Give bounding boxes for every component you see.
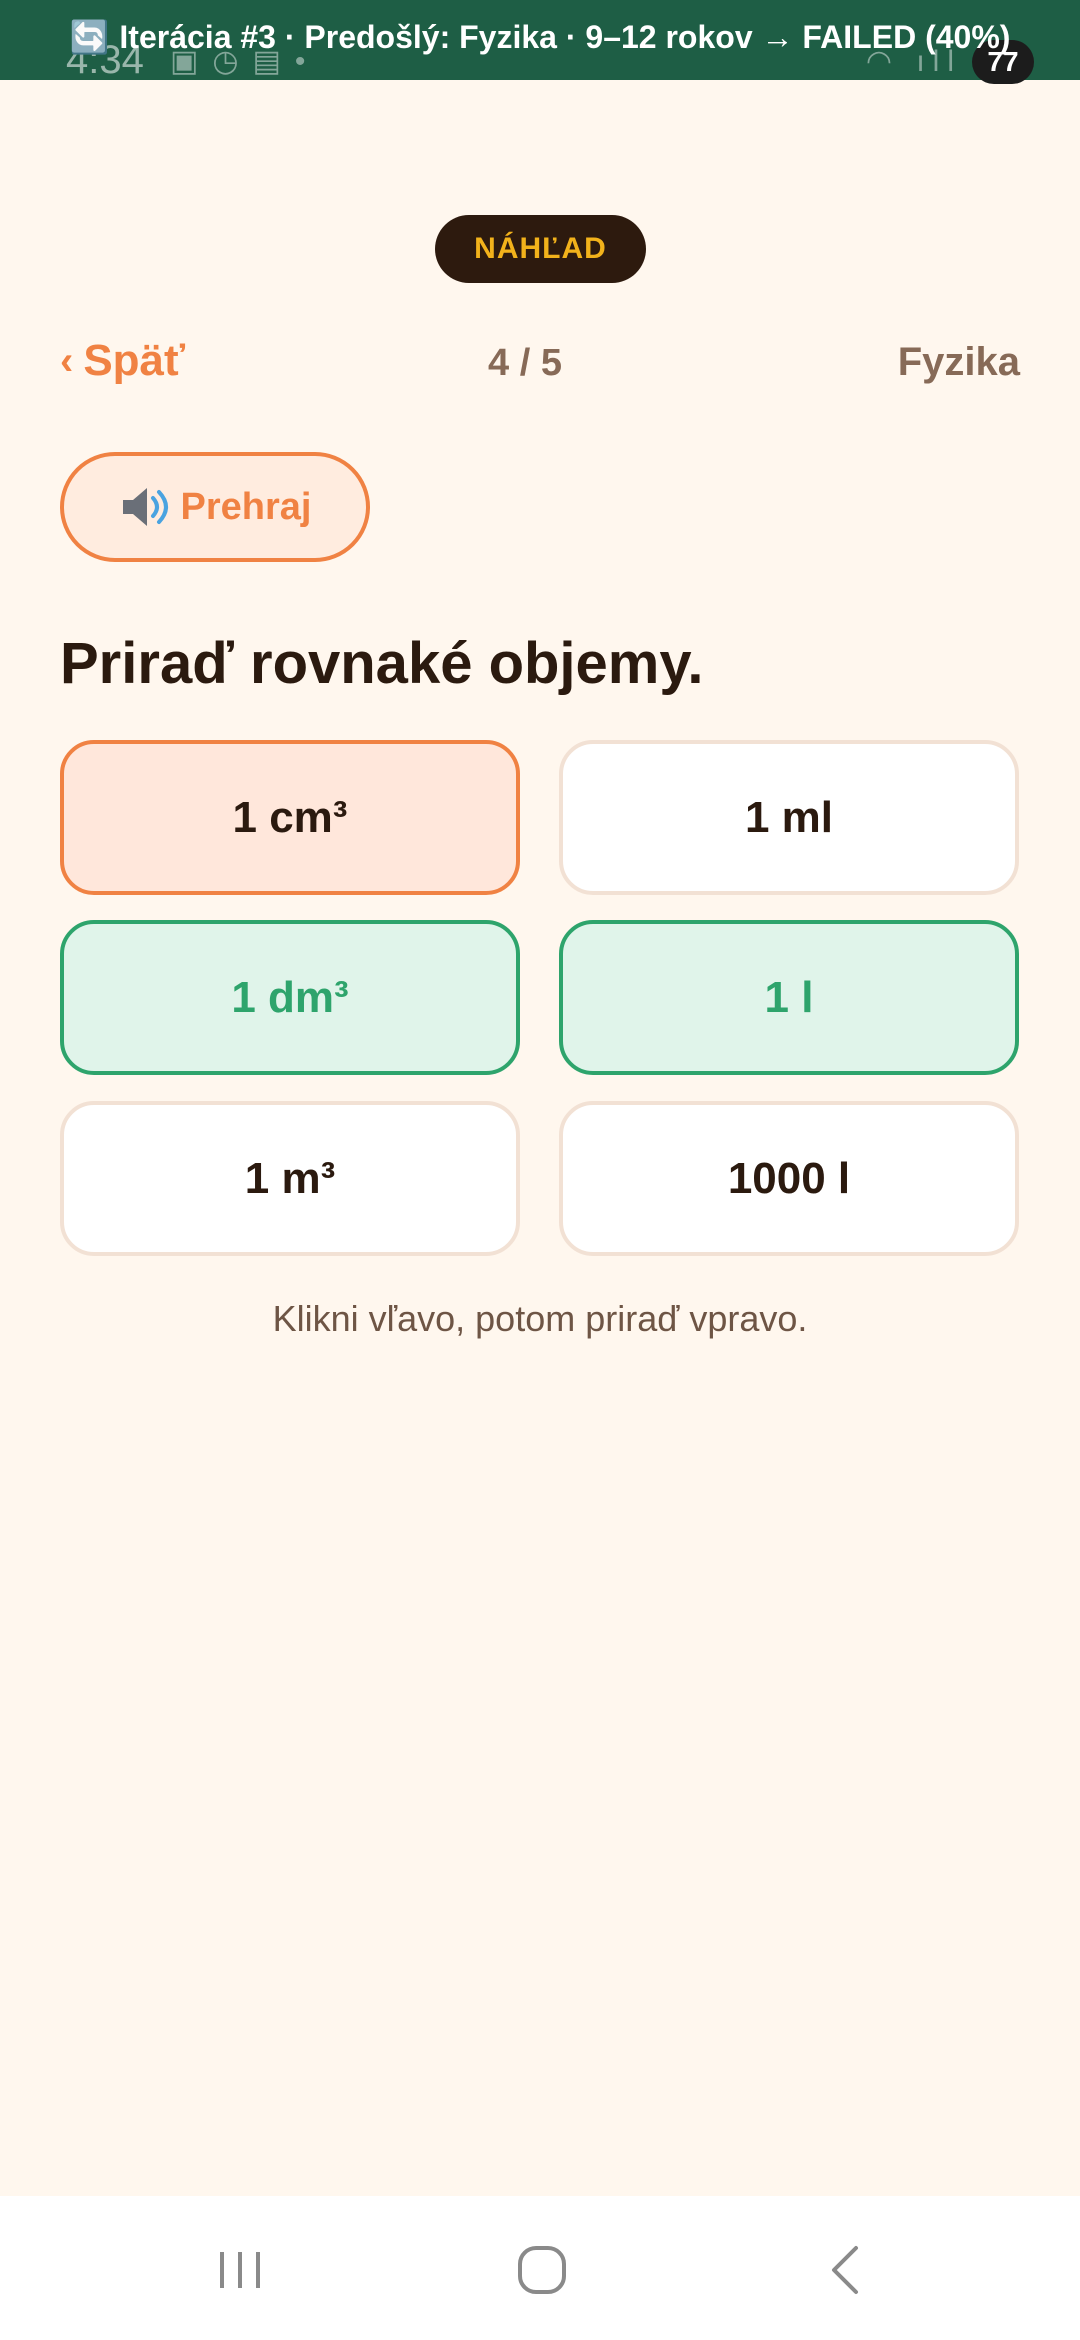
question-text: Priraď rovnaké objemy. <box>60 631 704 696</box>
option-right-1[interactable]: 1 ml <box>559 740 1019 895</box>
refresh-icon: 🔄 <box>69 19 110 55</box>
home-icon[interactable] <box>512 2240 572 2300</box>
recent-apps-icon[interactable] <box>210 2240 270 2300</box>
iteration-banner: 🔄 Iterácia #3 · Predošlý: Fyzika · 9–12 r… <box>0 18 1080 56</box>
preview-badge: NÁHĽAD <box>435 215 646 283</box>
system-nav-bar <box>0 2196 1080 2340</box>
option-left-1[interactable]: 1 cm³ <box>60 740 520 895</box>
instruction-hint: Klikni vľavo, potom priraď vpravo. <box>272 1298 808 1339</box>
play-audio-button[interactable]: Prehraj <box>60 452 370 562</box>
play-label: Prehraj <box>180 485 312 528</box>
question-progress: 4 / 5 <box>488 342 562 384</box>
option-left-3[interactable]: 1 m³ <box>60 1101 520 1256</box>
subject-label: Fyzika <box>897 340 1020 384</box>
speaker-icon <box>122 488 168 526</box>
iteration-banner-text: Iterácia #3 · Predošlý: Fyzika · 9–12 ro… <box>119 19 1011 55</box>
back-nav-icon[interactable] <box>816 2240 876 2300</box>
option-right-3[interactable]: 1000 l <box>559 1101 1019 1256</box>
option-left-2[interactable]: 1 dm³ <box>60 920 520 1075</box>
status-bar: 4:34 ▣◷▤• ◠ ıll 77 🔄 Iterácia #3 · Predoš… <box>0 0 1080 84</box>
option-right-2[interactable]: 1 l <box>559 920 1019 1075</box>
